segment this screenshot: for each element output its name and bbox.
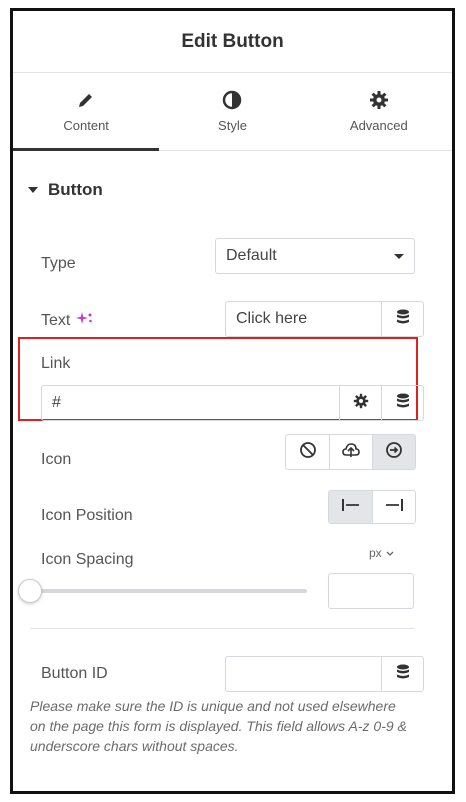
tab-advanced[interactable]: Advanced (306, 73, 452, 150)
icon-label: Icon (41, 451, 72, 468)
database-icon (396, 393, 410, 414)
text-label-row: Text (41, 311, 94, 330)
icon-library-option[interactable] (372, 435, 415, 469)
button-id-help-text: Please make sure the ID is unique and no… (30, 698, 407, 754)
type-select-value: Default (226, 247, 277, 264)
link-input[interactable]: # (42, 386, 339, 420)
arrow-circle-icon (385, 441, 403, 464)
link-options-button[interactable] (339, 386, 381, 420)
align-end-icon (384, 498, 404, 517)
button-id-input[interactable] (226, 657, 381, 691)
upload-icon (341, 441, 361, 464)
icon-position-end-option[interactable] (372, 491, 415, 523)
tab-bar: Content Style Advanced (13, 73, 452, 151)
ai-sparkle-icon[interactable] (76, 311, 94, 330)
icon-spacing-slider-handle[interactable] (18, 579, 42, 603)
section-divider (30, 628, 414, 629)
icon-spacing-slider-track[interactable] (30, 589, 307, 593)
button-id-label: Button ID (41, 665, 108, 682)
text-label: Text (41, 311, 71, 329)
tab-content-label: Content (63, 118, 109, 133)
text-field-group: Click here (225, 301, 424, 337)
icon-position-group (328, 490, 416, 524)
section-title: Button (48, 180, 103, 199)
half-circle-icon (222, 90, 242, 110)
database-icon (396, 309, 410, 330)
icon-none-option[interactable] (286, 435, 329, 469)
tab-advanced-label: Advanced (349, 118, 408, 133)
unit-value: px (369, 546, 382, 560)
icon-position-start-option[interactable] (329, 491, 372, 523)
icon-spacing-label: Icon Spacing (41, 551, 134, 568)
icon-choose-group (285, 434, 416, 470)
button-id-field-group (225, 656, 424, 692)
link-dynamic-tags-button[interactable] (381, 386, 423, 420)
align-start-icon (341, 498, 361, 517)
type-label: Type (41, 255, 76, 272)
icon-spacing-input[interactable] (328, 573, 414, 609)
link-field-group: # (41, 385, 424, 421)
type-select[interactable]: Default (215, 238, 415, 274)
dynamic-tags-button[interactable] (381, 302, 423, 336)
text-input[interactable]: Click here (226, 302, 381, 336)
unit-selector[interactable]: px (369, 546, 394, 560)
button-id-dynamic-tags-button[interactable] (381, 657, 423, 691)
chevron-down-icon (394, 253, 404, 259)
tab-content[interactable]: Content (13, 73, 160, 151)
caret-down-icon (28, 187, 38, 193)
icon-upload-option[interactable] (329, 435, 372, 469)
icon-position-label: Icon Position (41, 507, 133, 524)
gear-icon (369, 90, 389, 110)
gear-icon (353, 393, 369, 414)
none-icon (299, 441, 317, 464)
chevron-down-icon (386, 546, 394, 560)
database-icon (396, 664, 410, 685)
panel-title: Edit Button (181, 30, 284, 52)
panel-header: Edit Button (13, 11, 452, 73)
tab-style-label: Style (218, 118, 247, 133)
section-toggle-button[interactable]: Button (28, 180, 103, 200)
tab-style[interactable]: Style (159, 73, 305, 150)
link-label: Link (41, 355, 71, 372)
pencil-icon (76, 90, 96, 110)
